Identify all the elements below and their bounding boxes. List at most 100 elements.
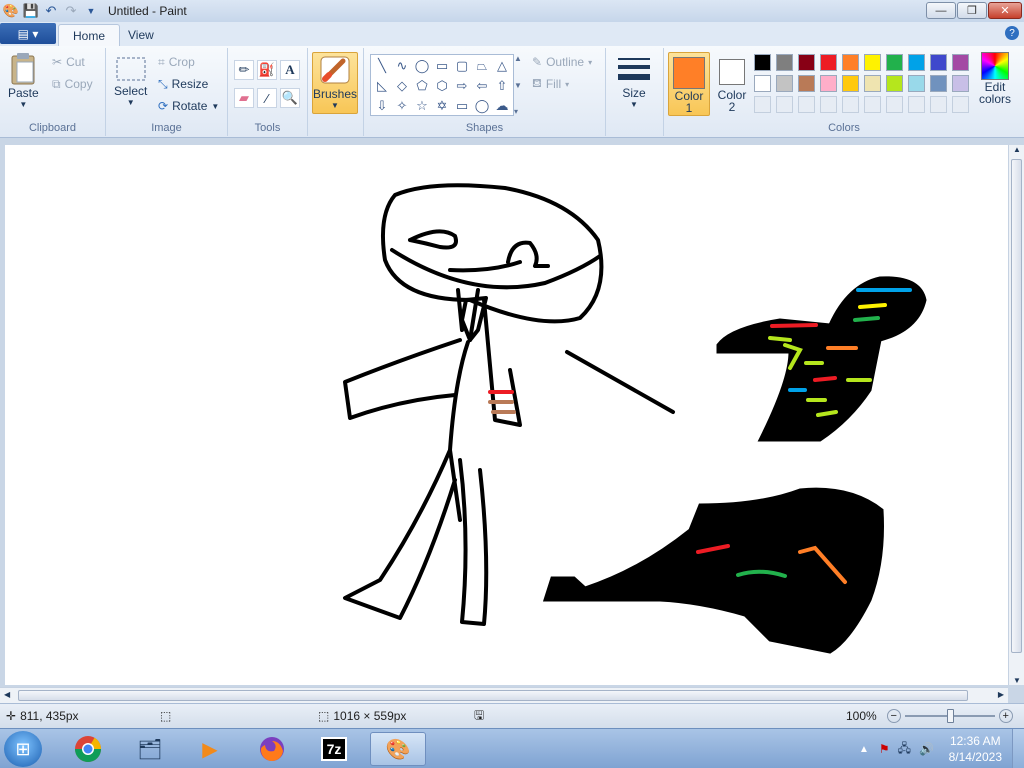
chevron-down-icon[interactable]: ▼ (514, 81, 524, 90)
right-arrow-shape-icon[interactable]: ⇨ (453, 77, 471, 95)
network-icon[interactable]: 🖧 (898, 739, 911, 760)
shapes-scroll[interactable]: ▲ ▼ ▾ (514, 54, 524, 116)
7zip-taskbar-icon[interactable]: 7z (306, 732, 362, 766)
cloud-callout-shape-icon[interactable]: ☁ (493, 97, 511, 115)
undo-icon[interactable]: ↶ (42, 2, 60, 20)
fill-bucket-icon[interactable]: ⛽ (257, 60, 277, 80)
action-center-icon[interactable]: ⚑ (879, 742, 890, 756)
palette-empty-swatch[interactable] (842, 96, 859, 113)
scroll-left-icon[interactable]: ◀ (4, 690, 10, 699)
palette-swatch[interactable] (754, 75, 771, 92)
palette-empty-swatch[interactable] (886, 96, 903, 113)
scroll-down-icon[interactable]: ▼ (1013, 676, 1021, 685)
save-icon[interactable]: 💾 (22, 2, 40, 20)
horizontal-scroll-thumb[interactable] (18, 690, 968, 701)
palette-swatch[interactable] (864, 75, 881, 92)
chrome-taskbar-icon[interactable] (60, 732, 116, 766)
palette-empty-swatch[interactable] (754, 96, 771, 113)
rectangle-shape-icon[interactable]: ▭ (433, 57, 451, 75)
cut-button[interactable]: ✂ Cut (52, 52, 85, 72)
up-arrow-shape-icon[interactable]: ⇧ (493, 77, 511, 95)
eraser-icon[interactable]: ▰ (234, 88, 254, 108)
palette-swatch[interactable] (798, 54, 815, 71)
restore-button[interactable]: ❐ (957, 2, 987, 19)
palette-swatch[interactable] (930, 54, 947, 71)
palette-swatch[interactable] (820, 75, 837, 92)
pencil-icon[interactable]: ✏ (234, 60, 254, 80)
palette-swatch[interactable] (798, 75, 815, 92)
palette-empty-swatch[interactable] (930, 96, 947, 113)
text-tool-icon[interactable]: A (280, 60, 300, 80)
outline-button[interactable]: ✎ Outline ▾ (532, 52, 592, 72)
curve-shape-icon[interactable]: ∿ (393, 57, 411, 75)
fill-button[interactable]: ⛾ Fill ▾ (532, 74, 569, 94)
tab-home[interactable]: Home (58, 24, 121, 46)
volume-icon[interactable]: 🔊 (919, 742, 934, 756)
oval-shape-icon[interactable]: ◯ (413, 57, 431, 75)
palette-empty-swatch[interactable] (952, 96, 969, 113)
show-desktop-button[interactable] (1012, 729, 1024, 768)
zoom-slider[interactable] (904, 709, 995, 723)
palette-empty-swatch[interactable] (908, 96, 925, 113)
horizontal-scrollbar[interactable]: ◀ ▶ (0, 687, 1008, 703)
five-point-star-shape-icon[interactable]: ☆ (413, 97, 431, 115)
palette-swatch[interactable] (952, 75, 969, 92)
redo-icon[interactable]: ↷ (62, 2, 80, 20)
palette-swatch[interactable] (776, 54, 793, 71)
palette-swatch[interactable] (930, 75, 947, 92)
clock[interactable]: 12:36 AM 8/14/2023 (949, 733, 1002, 765)
customize-toolbar-icon[interactable]: ▼ (82, 2, 100, 20)
media-player-taskbar-icon[interactable]: ▶ (182, 732, 238, 766)
paint-menu-button[interactable]: ▤ ▾ (0, 23, 56, 44)
palette-empty-swatch[interactable] (776, 96, 793, 113)
start-button[interactable]: ⊞ (4, 731, 42, 767)
diamond-shape-icon[interactable]: ◇ (393, 77, 411, 95)
zoom-slider-thumb[interactable] (946, 709, 954, 723)
palette-swatch[interactable] (820, 54, 837, 71)
hexagon-shape-icon[interactable]: ⬡ (433, 77, 451, 95)
expand-gallery-icon[interactable]: ▾ (514, 107, 524, 116)
left-arrow-shape-icon[interactable]: ⇦ (473, 77, 491, 95)
line-shape-icon[interactable]: ╲ (373, 57, 391, 75)
right-triangle-shape-icon[interactable]: ◺ (373, 77, 391, 95)
palette-swatch[interactable] (754, 54, 771, 71)
scroll-right-icon[interactable]: ▶ (998, 690, 1004, 699)
resize-button[interactable]: ⤡ Resize (158, 74, 208, 94)
rotate-button[interactable]: ⟳ Rotate ▼ (158, 96, 219, 116)
palette-swatch[interactable] (776, 75, 793, 92)
palette-empty-swatch[interactable] (820, 96, 837, 113)
palette-swatch[interactable] (886, 54, 903, 71)
file-explorer-taskbar-icon[interactable]: 🗂 (122, 732, 178, 766)
pentagon-shape-icon[interactable]: ⬠ (413, 77, 431, 95)
palette-swatch[interactable] (952, 54, 969, 71)
brushes-button[interactable]: Brushes ▼ (312, 52, 358, 114)
palette-swatch[interactable] (886, 75, 903, 92)
help-icon[interactable]: ? (1005, 26, 1019, 40)
polygon-shape-icon[interactable]: ⏢ (473, 57, 491, 75)
vertical-scrollbar[interactable]: ▲ ▼ (1008, 145, 1024, 685)
paint-taskbar-icon[interactable]: 🎨 (370, 732, 426, 766)
rounded-rectangle-shape-icon[interactable]: ▢ (453, 57, 471, 75)
rounded-callout-shape-icon[interactable]: ▭ (453, 97, 471, 115)
tray-expand-icon[interactable]: ▲ (859, 744, 869, 755)
paste-button[interactable]: Paste ▼ (8, 52, 39, 109)
color2-button[interactable]: Color 2 (714, 52, 750, 116)
size-button[interactable]: Size ▼ (616, 54, 652, 109)
zoom-out-icon[interactable]: − (886, 709, 901, 723)
paint-app-icon[interactable]: 🎨 (2, 2, 20, 20)
close-button[interactable]: ✕ (988, 2, 1022, 19)
zoom-in-icon[interactable]: + (998, 709, 1013, 723)
palette-empty-swatch[interactable] (864, 96, 881, 113)
palette-swatch[interactable] (842, 54, 859, 71)
six-point-star-shape-icon[interactable]: ✡ (433, 97, 451, 115)
color-picker-icon[interactable]: ⁄ (257, 88, 277, 108)
vertical-scroll-thumb[interactable] (1011, 159, 1022, 653)
color1-button[interactable]: Color 1 (668, 52, 710, 116)
chevron-up-icon[interactable]: ▲ (514, 54, 524, 63)
tab-view[interactable]: View (114, 24, 168, 46)
oval-callout-shape-icon[interactable]: ◯ (473, 97, 491, 115)
copy-button[interactable]: ⧉ Copy (52, 74, 93, 94)
drawing-canvas[interactable] (5, 145, 1008, 685)
edit-colors-button[interactable]: Edit colors (974, 52, 1016, 105)
palette-swatch[interactable] (908, 75, 925, 92)
